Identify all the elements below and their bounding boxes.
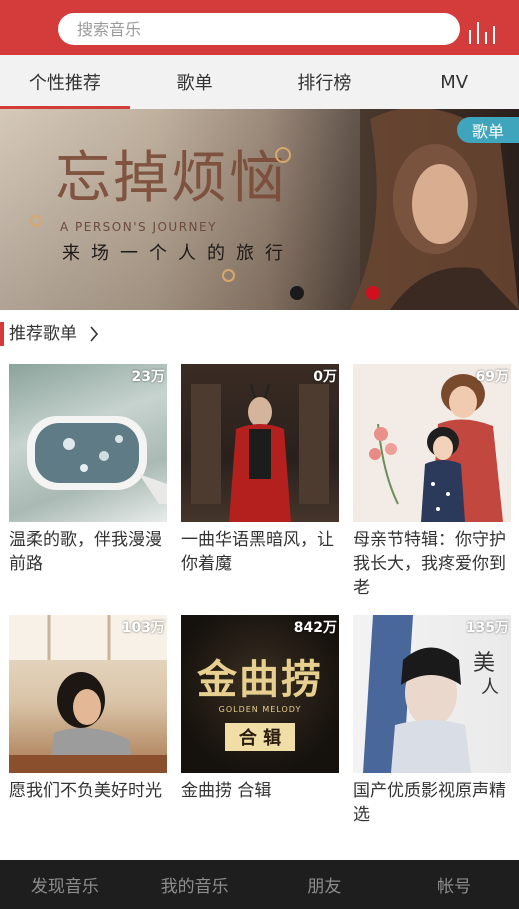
tab-label: 歌单 xyxy=(176,73,213,94)
playlist-card[interactable]: 0万 一曲华语黑暗风，让你着魔 xyxy=(181,364,339,576)
play-count: 69万 xyxy=(475,369,509,385)
playlist-title: 愿我们不负美好时光 xyxy=(9,781,162,801)
tab-label: 排行榜 xyxy=(297,73,352,94)
ring-decoration xyxy=(275,147,291,163)
svg-text:美: 美 xyxy=(473,651,495,676)
girl-window-art xyxy=(9,615,167,773)
drama-poster-art: 美 人 xyxy=(363,615,499,773)
carousel-dot[interactable] xyxy=(290,286,304,300)
golden-melody-en: GOLDEN MELODY xyxy=(218,705,302,714)
chevron-right-icon xyxy=(90,326,99,342)
playlist-card[interactable]: 23万 温柔的歌，伴我漫漫前路 xyxy=(9,364,167,576)
tab-label: MV xyxy=(440,71,469,93)
banner-subtitle: 来场一个人的旅行 xyxy=(62,243,294,264)
tab-bar: 个性推荐 歌单 排行榜 MV xyxy=(0,55,519,109)
search-box[interactable] xyxy=(58,13,460,45)
tab-label: 个性推荐 xyxy=(28,73,101,94)
banner-subtitle-en: A PERSON'S JOURNEY xyxy=(60,220,217,234)
golden-melody-logo: 金曲捞 xyxy=(197,656,323,703)
tab-recommend[interactable]: 个性推荐 xyxy=(0,55,130,109)
equalizer-icon[interactable] xyxy=(468,18,500,44)
svg-text:人: 人 xyxy=(481,677,499,698)
banner-tag: 歌单 xyxy=(457,117,519,143)
nav-label: 发现音乐 xyxy=(30,877,99,897)
playlist-card[interactable]: 金曲捞 GOLDEN MELODY 合 辑 842万 金曲捞 合辑 xyxy=(181,615,339,803)
banner-title: 忘掉烦恼 xyxy=(55,146,287,211)
playlist-title: 温柔的歌，伴我漫漫前路 xyxy=(9,530,162,574)
playlist-card[interactable]: 69万 母亲节特辑：你守护我长大，我疼爱你到老 xyxy=(353,364,511,600)
search-input[interactable] xyxy=(77,19,437,39)
carousel-dot-active[interactable] xyxy=(366,286,380,300)
ring-decoration xyxy=(30,215,42,227)
ring-decoration xyxy=(222,269,235,282)
play-count: 135万 xyxy=(465,620,509,636)
recommended-playlists-header[interactable]: 推荐歌单 xyxy=(0,320,519,348)
play-count: 23万 xyxy=(131,369,165,385)
playlist-card[interactable]: 美 人 135万 国产优质影视原声精选 xyxy=(353,615,511,827)
nav-my-music[interactable]: 我的音乐 xyxy=(130,860,260,909)
bottom-nav: 发现音乐 我的音乐 朋友 帐号 xyxy=(0,860,519,909)
banner-carousel[interactable]: 忘掉烦恼 A PERSON'S JOURNEY 来场一个人的旅行 歌单 xyxy=(0,109,519,310)
compilation-label: 合 辑 xyxy=(225,723,295,751)
nav-account[interactable]: 帐号 xyxy=(389,860,519,909)
playlist-title: 母亲节特辑：你守护我长大，我疼爱你到老 xyxy=(353,530,506,598)
section-accent-bar xyxy=(0,322,4,346)
playlist-cover: 69万 xyxy=(353,364,511,522)
nav-label: 朋友 xyxy=(307,877,342,897)
playlist-cover: 0万 xyxy=(181,364,339,522)
playlist-title: 一曲华语黑暗风，让你着魔 xyxy=(181,530,334,574)
nav-discover-music[interactable]: 发现音乐 xyxy=(0,860,130,909)
tab-playlists[interactable]: 歌单 xyxy=(130,55,260,109)
app-header xyxy=(0,0,519,55)
play-count: 0万 xyxy=(313,369,337,385)
tab-charts[interactable]: 排行榜 xyxy=(260,55,390,109)
section-title: 推荐歌单 xyxy=(9,324,77,344)
playlist-title: 国产优质影视原声精选 xyxy=(353,781,506,825)
singer-art xyxy=(191,383,329,522)
playlist-card[interactable]: 103万 愿我们不负美好时光 xyxy=(9,615,167,803)
playlist-cover: 23万 xyxy=(9,364,167,522)
playlist-cover: 美 人 135万 xyxy=(353,615,511,773)
nav-label: 我的音乐 xyxy=(160,877,229,897)
play-count: 103万 xyxy=(121,620,165,636)
mirror-art xyxy=(27,416,167,504)
playlist-title: 金曲捞 合辑 xyxy=(181,781,272,801)
mother-child-art xyxy=(369,374,503,522)
play-count: 842万 xyxy=(293,620,337,636)
nav-label: 帐号 xyxy=(437,877,472,897)
playlist-cover: 金曲捞 GOLDEN MELODY 合 辑 842万 xyxy=(181,615,339,773)
playlist-cover: 103万 xyxy=(9,615,167,773)
tab-mv[interactable]: MV xyxy=(389,55,519,109)
nav-friends[interactable]: 朋友 xyxy=(260,860,390,909)
